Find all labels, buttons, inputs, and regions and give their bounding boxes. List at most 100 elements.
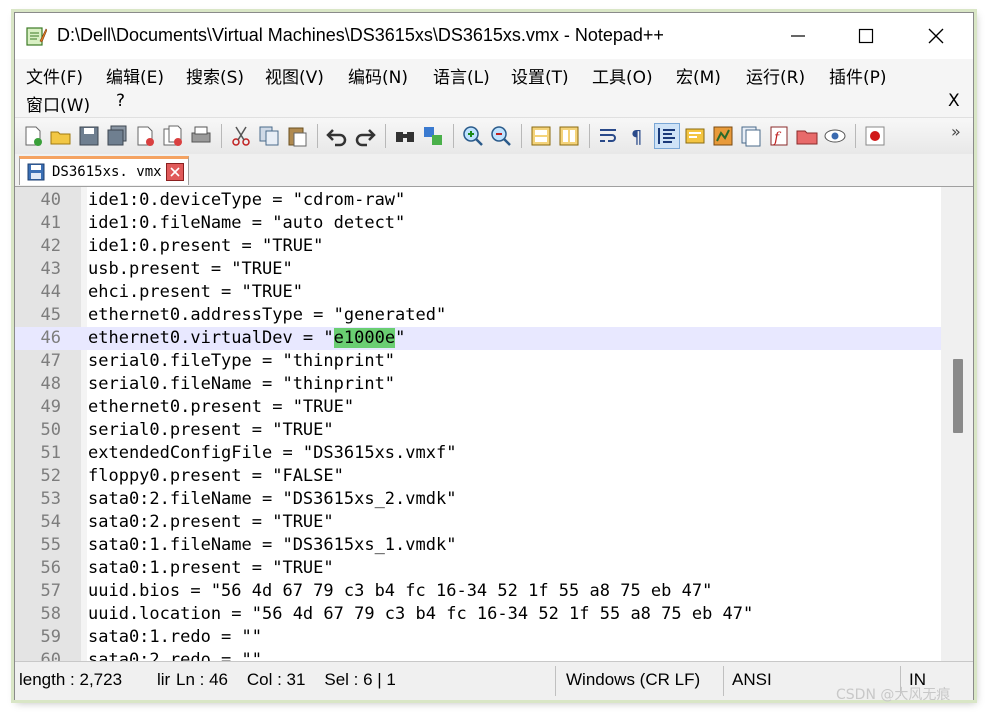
code-line[interactable]: 55 sata0:1.fileName = "DS3615xs_1.vmdk"	[15, 534, 941, 557]
editor-area[interactable]: 40 ide1:0.deviceType = "cdrom-raw" 41 ide1:…	[15, 187, 973, 661]
menu-language[interactable]: 语言(L)	[433, 63, 490, 88]
cut-icon[interactable]	[229, 124, 253, 148]
code-line[interactable]: 48 serial0.fileName = "thinprint"	[15, 373, 941, 396]
doc-list-icon[interactable]	[739, 124, 763, 148]
code-line[interactable]: 43 usb.present = "TRUE"	[15, 258, 941, 281]
code-line[interactable]: 45 ethernet0.addressType = "generated"	[15, 304, 941, 327]
vertical-scrollbar[interactable]	[941, 187, 973, 661]
code-line[interactable]: 53 sata0:2.fileName = "DS3615xs_2.vmdk"	[15, 488, 941, 511]
replace-icon[interactable]	[421, 124, 445, 148]
code-line[interactable]: 58 uuid.location = "56 4d 67 79 c3 b4 fc …	[15, 603, 941, 626]
code-line[interactable]: 54 sata0:2.present = "TRUE"	[15, 511, 941, 534]
code-line[interactable]: 44 ehci.present = "TRUE"	[15, 281, 941, 304]
code-text: ide1:0.present = "TRUE"	[88, 236, 324, 256]
menu-edit[interactable]: 编辑(E)	[106, 63, 164, 88]
code-text: usb.present = "TRUE"	[88, 259, 293, 279]
status-position: Ln : 46 Col : 31 Sel : 6 | 1	[176, 670, 396, 689]
line-number: 45	[40, 305, 61, 325]
menu-window[interactable]: 窗口(W)	[26, 91, 90, 116]
open-file-icon[interactable]	[49, 124, 73, 148]
sync-horizontal-icon[interactable]	[557, 124, 581, 148]
code-text: serial0.fileType = "thinprint"	[88, 351, 396, 371]
new-file-icon[interactable]	[21, 124, 45, 148]
minimize-icon	[791, 35, 805, 37]
minimize-button[interactable]	[767, 13, 829, 59]
zoom-in-icon[interactable]	[461, 124, 485, 148]
sync-vertical-icon[interactable]	[529, 124, 553, 148]
undo-icon[interactable]	[325, 124, 349, 148]
folder-workspace-icon[interactable]	[795, 124, 819, 148]
close-all-icon[interactable]	[161, 124, 185, 148]
line-number: 56	[40, 558, 61, 578]
saved-file-icon	[27, 163, 45, 181]
status-encoding[interactable]: ANSI	[732, 670, 772, 690]
code-line[interactable]: 57 uuid.bios = "56 4d 67 79 c3 b4 fc 16-3…	[15, 580, 941, 603]
code-line[interactable]: 42 ide1:0.present = "TRUE"	[15, 235, 941, 258]
code-text: sata0:1.present = "TRUE"	[88, 558, 334, 578]
zoom-out-icon[interactable]	[489, 124, 513, 148]
tab-close-button[interactable]	[166, 163, 184, 181]
monitor-icon[interactable]	[823, 124, 847, 148]
code-text: ide1:0.fileName = "auto detect"	[88, 213, 406, 233]
code-line[interactable]: 56 sata0:1.present = "TRUE"	[15, 557, 941, 580]
close-icon	[170, 167, 180, 177]
close-document-button[interactable]: X	[948, 91, 960, 111]
toolbar: ¶ f »	[15, 117, 973, 155]
code-line[interactable]: 51 extendedConfigFile = "DS3615xs.vmxf"	[15, 442, 941, 465]
toolbar-separator	[317, 124, 318, 148]
menu-encoding[interactable]: 编码(N)	[348, 63, 408, 88]
close-window-button[interactable]	[905, 13, 967, 59]
code-text: ethernet0.virtualDev = "e1000e"	[88, 328, 406, 348]
menu-settings[interactable]: 设置(T)	[511, 63, 569, 88]
toolbar-separator	[453, 124, 454, 148]
menu-macro[interactable]: 宏(M)	[676, 63, 721, 88]
tab-bar: DS3615xs. vmx	[15, 154, 973, 187]
line-number: 59	[40, 627, 61, 647]
save-icon[interactable]	[77, 124, 101, 148]
code-line[interactable]: 47 serial0.fileType = "thinprint"	[15, 350, 941, 373]
code-line[interactable]: 49 ethernet0.present = "TRUE"	[15, 396, 941, 419]
code-text: floppy0.present = "FALSE"	[88, 466, 344, 486]
print-icon[interactable]	[189, 124, 213, 148]
code-line[interactable]: 52 floppy0.present = "FALSE"	[15, 465, 941, 488]
menu-tools[interactable]: 工具(O)	[592, 63, 653, 88]
notepadpp-window: D:\Dell\Documents\Virtual Machines\DS361…	[14, 12, 974, 700]
menu-file[interactable]: 文件(F)	[26, 63, 83, 88]
code-line[interactable]: 41 ide1:0.fileName = "auto detect"	[15, 212, 941, 235]
line-number: 55	[40, 535, 61, 555]
code-line[interactable]: 60 sata0:2.redo = ""	[15, 649, 941, 661]
user-language-icon[interactable]	[683, 124, 707, 148]
show-all-chars-icon[interactable]: ¶	[625, 124, 649, 148]
menu-search[interactable]: 搜索(S)	[186, 63, 244, 88]
code-line[interactable]: 40 ide1:0.deviceType = "cdrom-raw"	[15, 189, 941, 212]
close-file-icon[interactable]	[133, 124, 157, 148]
status-bar: length : 2,723 lir Ln : 46 Col : 31 Sel …	[15, 661, 973, 700]
doc-map-icon[interactable]	[711, 124, 735, 148]
code-line[interactable]: 50 serial0.present = "TRUE"	[15, 419, 941, 442]
word-wrap-icon[interactable]	[597, 124, 621, 148]
menu-plugins[interactable]: 插件(P)	[829, 63, 887, 88]
record-macro-icon[interactable]	[863, 124, 887, 148]
status-length: length : 2,723	[19, 670, 123, 689]
menu-run[interactable]: 运行(R)	[746, 63, 805, 88]
toolbar-overflow-button[interactable]: »	[951, 122, 961, 141]
paste-icon[interactable]	[285, 124, 309, 148]
tab-ds3615xs-vmx[interactable]: DS3615xs. vmx	[19, 156, 189, 185]
function-list-icon[interactable]: f	[767, 124, 791, 148]
code-text: ide1:0.deviceType = "cdrom-raw"	[88, 190, 406, 210]
redo-icon[interactable]	[353, 124, 377, 148]
line-number: 41	[40, 213, 61, 233]
close-icon	[928, 28, 944, 44]
line-number: 48	[40, 374, 61, 394]
menu-help[interactable]: ?	[116, 91, 125, 111]
menu-view[interactable]: 视图(V)	[265, 63, 324, 88]
code-line[interactable]: 59 sata0:1.redo = ""	[15, 626, 941, 649]
find-icon[interactable]	[393, 124, 417, 148]
code-line[interactable]: 46 ethernet0.virtualDev = "e1000e"	[15, 327, 941, 350]
scrollbar-thumb[interactable]	[953, 359, 963, 433]
maximize-button[interactable]	[835, 13, 897, 59]
copy-icon[interactable]	[257, 124, 281, 148]
indent-guide-icon[interactable]	[654, 123, 680, 149]
status-eol[interactable]: Windows (CR LF)	[566, 670, 700, 690]
save-all-icon[interactable]	[105, 124, 129, 148]
